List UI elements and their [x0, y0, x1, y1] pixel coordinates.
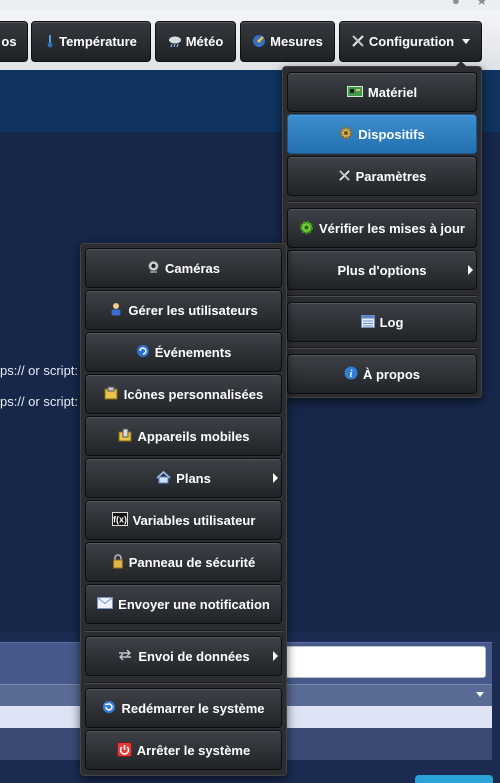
menu-item-security-panel[interactable]: Panneau de sécurité	[85, 542, 282, 582]
menu-item-label: Plans	[176, 470, 211, 486]
menu-item-user-variables[interactable]: f(x) Variables utilisateur	[85, 500, 282, 540]
menu-item-label: Icônes personnalisées	[123, 386, 264, 402]
menu-item-about[interactable]: i À propos	[287, 354, 477, 394]
menu-item-label: Vérifier les mises à jour	[319, 220, 465, 236]
menu-item-label: Appareils mobiles	[137, 428, 250, 444]
menu-item-label: Envoi de données	[138, 648, 250, 664]
script-hint-text-1: ps:// or script:	[0, 363, 79, 378]
menu-divider	[287, 347, 477, 349]
nav-button-temperature[interactable]: Température	[31, 21, 151, 62]
menu-item-hardware[interactable]: Matériel	[287, 72, 477, 112]
menu-item-check-updates[interactable]: Vérifier les mises à jour	[287, 208, 477, 248]
house-icon	[156, 470, 171, 486]
menu-item-label: Variables utilisateur	[132, 512, 256, 528]
menu-divider	[287, 201, 477, 203]
menu-item-log[interactable]: Log	[287, 302, 477, 342]
gauge-icon	[252, 34, 266, 50]
info-icon: i	[344, 366, 358, 382]
menu-item-label: Dispositifs	[358, 126, 425, 142]
menu-item-cameras[interactable]: Caméras	[85, 248, 282, 288]
menu-item-label: À propos	[362, 366, 421, 382]
chevron-right-icon	[273, 473, 278, 483]
browser-toolbar-strip: ● ★	[0, 0, 500, 10]
nav-weather-label: Météo	[185, 34, 224, 49]
tools-icon	[338, 169, 351, 184]
nav-button-partial-label: os	[1, 34, 17, 49]
mobile-devices-icon	[118, 428, 133, 444]
menu-item-label: Matériel	[367, 84, 418, 100]
envelope-icon	[97, 597, 114, 611]
menu-item-events[interactable]: Événements	[85, 332, 282, 372]
log-list-icon	[360, 314, 375, 330]
menu-item-label: Plus d'options	[337, 262, 427, 278]
chevron-down-icon	[476, 692, 484, 697]
security-lock-icon	[112, 553, 124, 571]
data-transfer-icon	[117, 649, 133, 663]
menu-item-settings[interactable]: Paramètres	[287, 156, 477, 196]
webcam-icon	[147, 260, 160, 276]
menu-item-shutdown-system[interactable]: Arrêter le système	[85, 730, 282, 770]
top-navigation-bar: os Température Météo Mesures Configurati…	[0, 10, 500, 70]
menu-item-label: Caméras	[165, 260, 220, 276]
nav-temperature-label: Température	[59, 34, 137, 49]
browser-extension-icon[interactable]: ●	[452, 0, 460, 8]
menu-item-custom-icons[interactable]: Icônes personnalisées	[85, 374, 282, 414]
cloud-rain-icon	[168, 34, 182, 50]
chevron-right-icon	[273, 651, 278, 661]
menu-item-plans[interactable]: Plans	[85, 458, 282, 498]
menu-item-label: Log	[379, 314, 404, 330]
menu-item-label: Gérer les utilisateurs	[128, 302, 258, 318]
menu-item-label: Paramètres	[355, 168, 427, 184]
menu-divider	[85, 682, 282, 684]
menu-item-send-notification[interactable]: Envoyer une notification	[85, 584, 282, 624]
dropdown-pointer	[455, 61, 467, 67]
tools-icon	[351, 34, 365, 50]
menu-item-restart-system[interactable]: Redémarrer le système	[85, 688, 282, 728]
menu-item-devices[interactable]: Dispositifs	[287, 114, 477, 154]
nav-button-configuration[interactable]: Configuration	[339, 21, 482, 62]
menu-item-label: Redémarrer le système	[121, 700, 265, 716]
chevron-down-icon	[462, 39, 471, 44]
menu-item-manage-users[interactable]: Gérer les utilisateurs	[85, 290, 282, 330]
chevron-right-icon	[468, 265, 473, 275]
thermometer-icon	[45, 34, 55, 50]
menu-item-label: Arrêter le système	[136, 742, 251, 758]
nav-button-weather[interactable]: Météo	[155, 21, 236, 62]
script-hint-text-2: ps:// or script:	[0, 394, 79, 409]
configuration-dropdown-menu: Matériel Dispositifs Paramètres Vérifier…	[282, 61, 482, 398]
update-gear-icon	[299, 220, 314, 237]
users-icon	[109, 302, 123, 318]
svg-text:f(x): f(x)	[113, 515, 127, 525]
nav-measures-label: Mesures	[270, 34, 323, 49]
svg-text:i: i	[350, 369, 353, 380]
menu-item-data-push[interactable]: Envoi de données	[85, 636, 282, 676]
menu-item-mobile-devices[interactable]: Appareils mobiles	[85, 416, 282, 456]
hardware-board-icon	[346, 85, 363, 99]
events-icon	[136, 344, 150, 360]
action-button[interactable]	[415, 775, 493, 783]
nav-button-measures[interactable]: Mesures	[240, 21, 335, 62]
menu-divider	[287, 295, 477, 297]
text-input-field[interactable]	[284, 646, 486, 678]
nav-button-partial[interactable]: os	[0, 21, 28, 62]
restart-icon	[102, 700, 116, 716]
fx-variable-icon: f(x)	[111, 512, 128, 528]
power-off-icon	[116, 741, 132, 759]
menu-item-label: Envoyer une notification	[118, 596, 270, 612]
custom-icons-icon	[104, 386, 119, 402]
menu-item-more-options[interactable]: Plus d'options	[287, 250, 477, 290]
menu-item-label: Panneau de sécurité	[128, 554, 256, 570]
menu-divider	[85, 630, 282, 632]
nav-configuration-label: Configuration	[368, 34, 455, 49]
bookmark-star-icon[interactable]: ★	[476, 0, 488, 8]
more-options-submenu: Caméras Gérer les utilisateurs Événement…	[80, 243, 287, 776]
menu-item-label: Événements	[154, 344, 232, 360]
gear-icon	[339, 126, 353, 142]
